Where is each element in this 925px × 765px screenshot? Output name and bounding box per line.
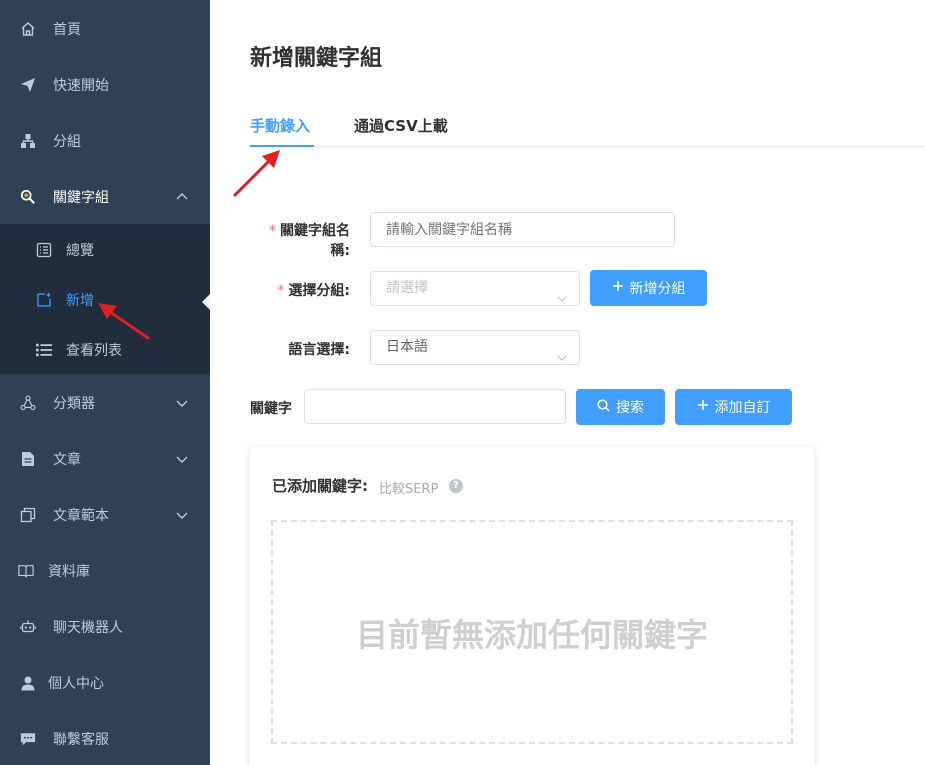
sidebar-item-keyword-groups[interactable]: 關鍵字組 <box>0 169 210 225</box>
sidebar-item-label: 首頁 <box>53 22 81 38</box>
chevron-up-icon <box>176 191 188 203</box>
sidebar-item-label: 分組 <box>53 134 81 150</box>
sidebar-item-chatbot[interactable]: 聊天機器人 <box>0 599 210 655</box>
sidebar-item-label: 文章 <box>53 452 81 468</box>
page-title: 新增關鍵字組 <box>250 46 383 71</box>
empty-state-message: 目前暫無添加任何關鍵字 <box>355 616 708 654</box>
tab-manual-entry[interactable]: 手動錄入 <box>250 115 310 147</box>
copy-icon <box>20 507 36 523</box>
robot-icon <box>20 619 36 635</box>
keyword-input[interactable] <box>304 389 566 424</box>
user-icon <box>20 675 36 691</box>
add-group-button[interactable]: 新增分組 <box>590 270 707 306</box>
keyword-label: 關鍵字 <box>250 401 292 417</box>
sidebar-item-database[interactable]: 資料庫 <box>0 543 210 599</box>
chevron-down-icon <box>557 343 567 361</box>
label-text: 選擇分組: <box>288 283 350 299</box>
chevron-down-icon <box>176 509 188 521</box>
document-icon <box>20 451 36 467</box>
chat-icon <box>20 731 36 747</box>
sitemap-icon <box>20 133 36 149</box>
sidebar-item-contact-support[interactable]: 聯繫客服 <box>0 711 210 765</box>
submenu-item-view-list[interactable]: 查看列表 <box>0 325 210 375</box>
added-keywords-title: 已添加關鍵字: <box>272 477 368 495</box>
book-icon <box>18 563 34 579</box>
button-label: 新增分組 <box>629 281 686 297</box>
sidebar-item-label: 聯繫客服 <box>53 732 109 748</box>
add-custom-button[interactable]: 添加自訂 <box>675 389 792 425</box>
button-label: 搜索 <box>616 400 644 416</box>
tab-csv-upload[interactable]: 通過CSV上載 <box>354 115 448 147</box>
sidebar-item-label: 資料庫 <box>48 564 90 580</box>
sidebar-item-home[interactable]: 首頁 <box>0 1 210 57</box>
keyword-group-name-label: * 關鍵字組名稱: <box>250 220 350 260</box>
compare-serp-link[interactable]: 比較SERP <box>379 478 438 497</box>
added-keywords-card: 已添加關鍵字: 比較SERP ? 目前暫無添加任何關鍵字 <box>250 447 814 765</box>
tab-bar: 手動錄入 通過CSV上載 <box>250 115 925 147</box>
active-tab-indicator <box>250 145 314 147</box>
submenu-item-label: 查看列表 <box>66 343 122 359</box>
sidebar-item-article-templates[interactable]: 文章範本 <box>0 487 210 543</box>
submenu-item-label: 總覽 <box>66 243 94 259</box>
sidebar-item-profile[interactable]: 個人中心 <box>0 655 210 711</box>
sidebar-item-label: 文章範本 <box>53 508 109 524</box>
active-indicator <box>202 294 210 310</box>
sidebar-item-quick-start[interactable]: 快速開始 <box>0 57 210 113</box>
language-label: 語言選擇: <box>288 342 350 358</box>
new-doc-icon <box>36 292 52 308</box>
keyword-groups-submenu: 總覽 新增 查看列表 <box>0 224 210 374</box>
sidebar-item-label: 關鍵字組 <box>53 190 109 206</box>
sidebar-item-articles[interactable]: 文章 <box>0 431 210 487</box>
plus-icon <box>612 280 624 296</box>
button-label: 添加自訂 <box>714 400 771 416</box>
required-mark: * <box>269 223 276 239</box>
home-icon <box>20 21 36 37</box>
submenu-item-new[interactable]: 新增 <box>0 275 210 325</box>
group-select[interactable]: 請選擇 <box>370 271 580 306</box>
sidebar-item-label: 聊天機器人 <box>53 620 123 636</box>
language-select-value: 日本語 <box>386 339 428 355</box>
select-group-label: * 選擇分組: <box>250 280 350 300</box>
help-icon[interactable]: ? <box>449 479 463 493</box>
required-mark: * <box>277 283 285 299</box>
list-icon <box>36 342 52 358</box>
keywords-dropzone: 目前暫無添加任何關鍵字 <box>271 520 793 744</box>
language-select[interactable]: 日本語 <box>370 330 580 365</box>
sidebar: 首頁 快速開始 分組 關鍵字組 總覽 新增 查看列表 分類器 文章 文章範本 資… <box>0 0 210 765</box>
sidebar-item-label: 快速開始 <box>53 78 109 94</box>
submenu-item-label: 新增 <box>66 293 94 309</box>
label-text: 關鍵字組名稱: <box>280 223 350 259</box>
sidebar-item-label: 個人中心 <box>48 676 104 692</box>
chevron-down-icon <box>557 284 567 302</box>
sidebar-item-classifier[interactable]: 分類器 <box>0 375 210 431</box>
sidebar-item-label: 分類器 <box>53 396 95 412</box>
chevron-down-icon <box>176 453 188 465</box>
plus-icon <box>697 399 709 415</box>
list-alt-icon <box>36 242 52 258</box>
sidebar-item-groups[interactable]: 分組 <box>0 113 210 169</box>
search-icon <box>597 398 610 416</box>
classifier-icon <box>20 395 36 411</box>
search-key-icon <box>20 189 36 205</box>
submenu-item-overview[interactable]: 總覽 <box>0 225 210 275</box>
chevron-down-icon <box>176 397 188 409</box>
group-select-placeholder: 請選擇 <box>386 280 428 296</box>
paper-plane-icon <box>20 77 36 93</box>
search-button[interactable]: 搜索 <box>576 389 665 425</box>
keyword-group-name-input[interactable] <box>370 212 675 247</box>
main-content: 新增關鍵字組 手動錄入 通過CSV上載 *關鍵字組名稱: *選擇分組: 請選擇 … <box>210 0 925 765</box>
